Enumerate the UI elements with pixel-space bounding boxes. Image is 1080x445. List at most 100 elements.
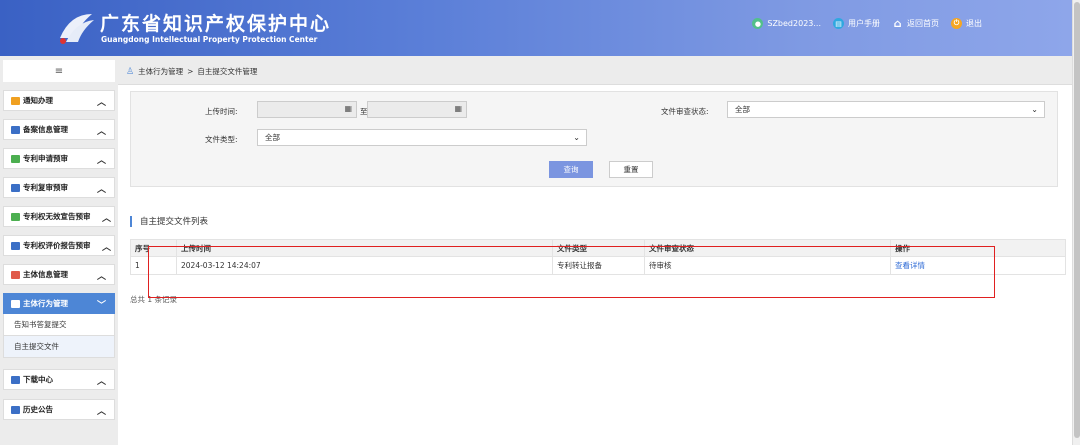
chevron-up-icon: ︿ xyxy=(96,377,106,387)
sidebar-item-label: 备案信息管理 xyxy=(23,125,68,134)
chevron-up-icon: ︿ xyxy=(101,243,111,253)
sidebar-item-history-notice[interactable]: 历史公告 ︿ xyxy=(3,399,115,420)
building-icon xyxy=(11,405,20,414)
col-header: 文件审查状态 xyxy=(644,239,891,257)
logout-label: 退出 xyxy=(966,19,982,28)
sidebar-item-label: 下载中心 xyxy=(23,375,53,384)
chevron-up-icon: ︿ xyxy=(96,98,106,108)
sidebar-item-evaluation-report[interactable]: 专利权评价报告预审 ︿ xyxy=(3,235,115,256)
sidebar-subitem-label: 告知书答复提交 xyxy=(14,320,67,329)
manual-icon: ▤ xyxy=(833,18,844,29)
user-account-link[interactable]: ● SZbed2023... xyxy=(752,18,821,29)
user-manual-label: 用户手册 xyxy=(848,19,880,28)
chevron-down-icon: ﹀ xyxy=(96,301,106,311)
review-status-label: 文件审查状态: xyxy=(661,107,709,116)
home-icon: ⌂ xyxy=(893,17,902,30)
file-type-select[interactable]: 全部 ⌄ xyxy=(257,129,587,146)
list-title: 自主提交文件列表 xyxy=(130,215,208,227)
sidebar-item-label: 专利权评价报告预审 xyxy=(23,241,91,250)
view-details-link[interactable]: 查看详情 xyxy=(895,261,925,270)
review-status-value: 全部 xyxy=(735,105,750,114)
sidebar-item-filing[interactable]: 备案信息管理 ︿ xyxy=(3,119,115,140)
chevron-up-icon: ︿ xyxy=(96,127,106,137)
table-row: 1 2024-03-12 14:24:07 专利转让报备 待审核 查看详情 xyxy=(130,256,1066,275)
cell-upload-time: 2024-03-12 14:24:07 xyxy=(176,256,553,275)
sidebar-item-label: 专利申请预审 xyxy=(23,154,68,163)
breadcrumb-current: 自主提交文件管理 xyxy=(197,67,258,76)
calendar-icon[interactable]: ▦ xyxy=(454,104,462,113)
sidebar-item-label: 历史公告 xyxy=(23,405,53,414)
app-header: 广东省知识产权保护中心 Guangdong Intellectual Prope… xyxy=(0,0,1072,56)
sidebar: ≡ 通知办理 ︿ 备案信息管理 ︿ 专利申请预审 ︿ 专利复审预审 ︿ 专利权无… xyxy=(0,56,118,445)
sidebar-item-entity-info[interactable]: 主体信息管理 ︿ xyxy=(3,264,115,285)
calendar-icon[interactable]: ▦ xyxy=(344,104,352,113)
upload-time-label: 上传时间: xyxy=(205,107,238,116)
chevron-up-icon: ︿ xyxy=(96,185,106,195)
cell-status: 待审核 xyxy=(644,256,891,275)
sidebar-subitem-self-submit[interactable]: 自主提交文件 xyxy=(3,336,115,358)
cell-index: 1 xyxy=(130,256,177,275)
reset-button[interactable]: 重置 xyxy=(609,161,653,178)
chevron-down-icon: ⌄ xyxy=(573,133,580,142)
bell-icon xyxy=(11,96,20,105)
file-type-value: 全部 xyxy=(265,133,280,142)
file-type-label: 文件类型: xyxy=(205,135,238,144)
chevron-up-icon: ︿ xyxy=(96,156,106,166)
home-link[interactable]: ⌂ 返回首页 xyxy=(892,17,939,30)
table-header-row: 序号 上传时间 文件类型 文件审查状态 操作 xyxy=(130,239,1066,257)
logout-link[interactable]: ⏻ 退出 xyxy=(951,18,982,29)
sidebar-item-label: 专利复审预审 xyxy=(23,183,68,192)
sidebar-item-label: 通知办理 xyxy=(23,96,53,105)
sidebar-item-patent-application[interactable]: 专利申请预审 ︿ xyxy=(3,148,115,169)
ippc-logo xyxy=(60,14,94,44)
breadcrumb: ♙ 主体行为管理 > 自主提交文件管理 xyxy=(126,66,257,77)
col-header: 操作 xyxy=(890,239,1066,257)
vertical-scrollbar[interactable] xyxy=(1072,0,1080,445)
folder-icon xyxy=(11,183,20,192)
breadcrumb-separator: > xyxy=(187,67,194,76)
total-records: 总共 1 条记录 xyxy=(130,295,178,304)
user-icon: ● xyxy=(752,18,764,29)
download-icon xyxy=(11,375,20,384)
cell-file-type: 专利转让报备 xyxy=(552,256,645,275)
user-manual-link[interactable]: ▤ 用户手册 xyxy=(833,18,880,29)
list-title-text: 自主提交文件列表 xyxy=(140,217,209,227)
col-header: 序号 xyxy=(130,239,177,257)
chevron-up-icon: ︿ xyxy=(101,214,111,224)
document-icon xyxy=(11,212,20,221)
upload-time-end-input[interactable]: ▦ xyxy=(367,101,467,118)
list-icon xyxy=(11,299,20,308)
upload-time-start-input[interactable]: ▦ xyxy=(257,101,357,118)
main-panel: 上传时间: ▦ 至 ▦ 文件审查状态: 全部 ⌄ 文件类型: 全部 ⌄ 查询 重… xyxy=(118,84,1072,445)
cell-action: 查看详情 xyxy=(890,256,1066,275)
site-title-cn: 广东省知识产权保护中心 xyxy=(100,13,332,35)
sidebar-subitem-notice-reply[interactable]: 告知书答复提交 xyxy=(3,314,115,336)
sidebar-subitem-label: 自主提交文件 xyxy=(14,342,59,351)
person-icon: ♙ xyxy=(126,66,135,77)
user-name: SZbed2023... xyxy=(767,19,821,28)
sidebar-item-label: 专利权无效宣告预审 xyxy=(23,212,91,221)
sidebar-item-patent-reexam[interactable]: 专利复审预审 ︿ xyxy=(3,177,115,198)
col-header: 文件类型 xyxy=(552,239,645,257)
person-icon xyxy=(11,270,20,279)
breadcrumb-parent[interactable]: 主体行为管理 xyxy=(138,66,183,77)
sidebar-toggle-icon[interactable]: ≡ xyxy=(3,60,115,82)
sidebar-item-label: 主体行为管理 xyxy=(23,299,68,308)
filter-panel: 上传时间: ▦ 至 ▦ 文件审查状态: 全部 ⌄ 文件类型: 全部 ⌄ 查询 重… xyxy=(130,91,1058,187)
sidebar-item-download[interactable]: 下载中心 ︿ xyxy=(3,369,115,390)
title-accent-bar xyxy=(130,215,132,227)
power-icon: ⏻ xyxy=(951,18,962,29)
review-status-select[interactable]: 全部 ⌄ xyxy=(727,101,1045,118)
folder-icon xyxy=(11,125,20,134)
query-button[interactable]: 查询 xyxy=(549,161,593,178)
chevron-down-icon: ⌄ xyxy=(1031,105,1038,114)
sidebar-item-label: 主体信息管理 xyxy=(23,270,68,279)
home-label: 返回首页 xyxy=(907,19,939,28)
site-title-en: Guangdong Intellectual Property Protecti… xyxy=(101,35,318,44)
col-header: 上传时间 xyxy=(176,239,553,257)
scrollbar-thumb[interactable] xyxy=(1074,2,1080,438)
sidebar-item-notice[interactable]: 通知办理 ︿ xyxy=(3,90,115,111)
sidebar-item-entity-behavior[interactable]: 主体行为管理 ﹀ xyxy=(3,293,115,314)
sidebar-item-invalidation[interactable]: 专利权无效宣告预审 ︿ xyxy=(3,206,115,227)
document-icon xyxy=(11,154,20,163)
